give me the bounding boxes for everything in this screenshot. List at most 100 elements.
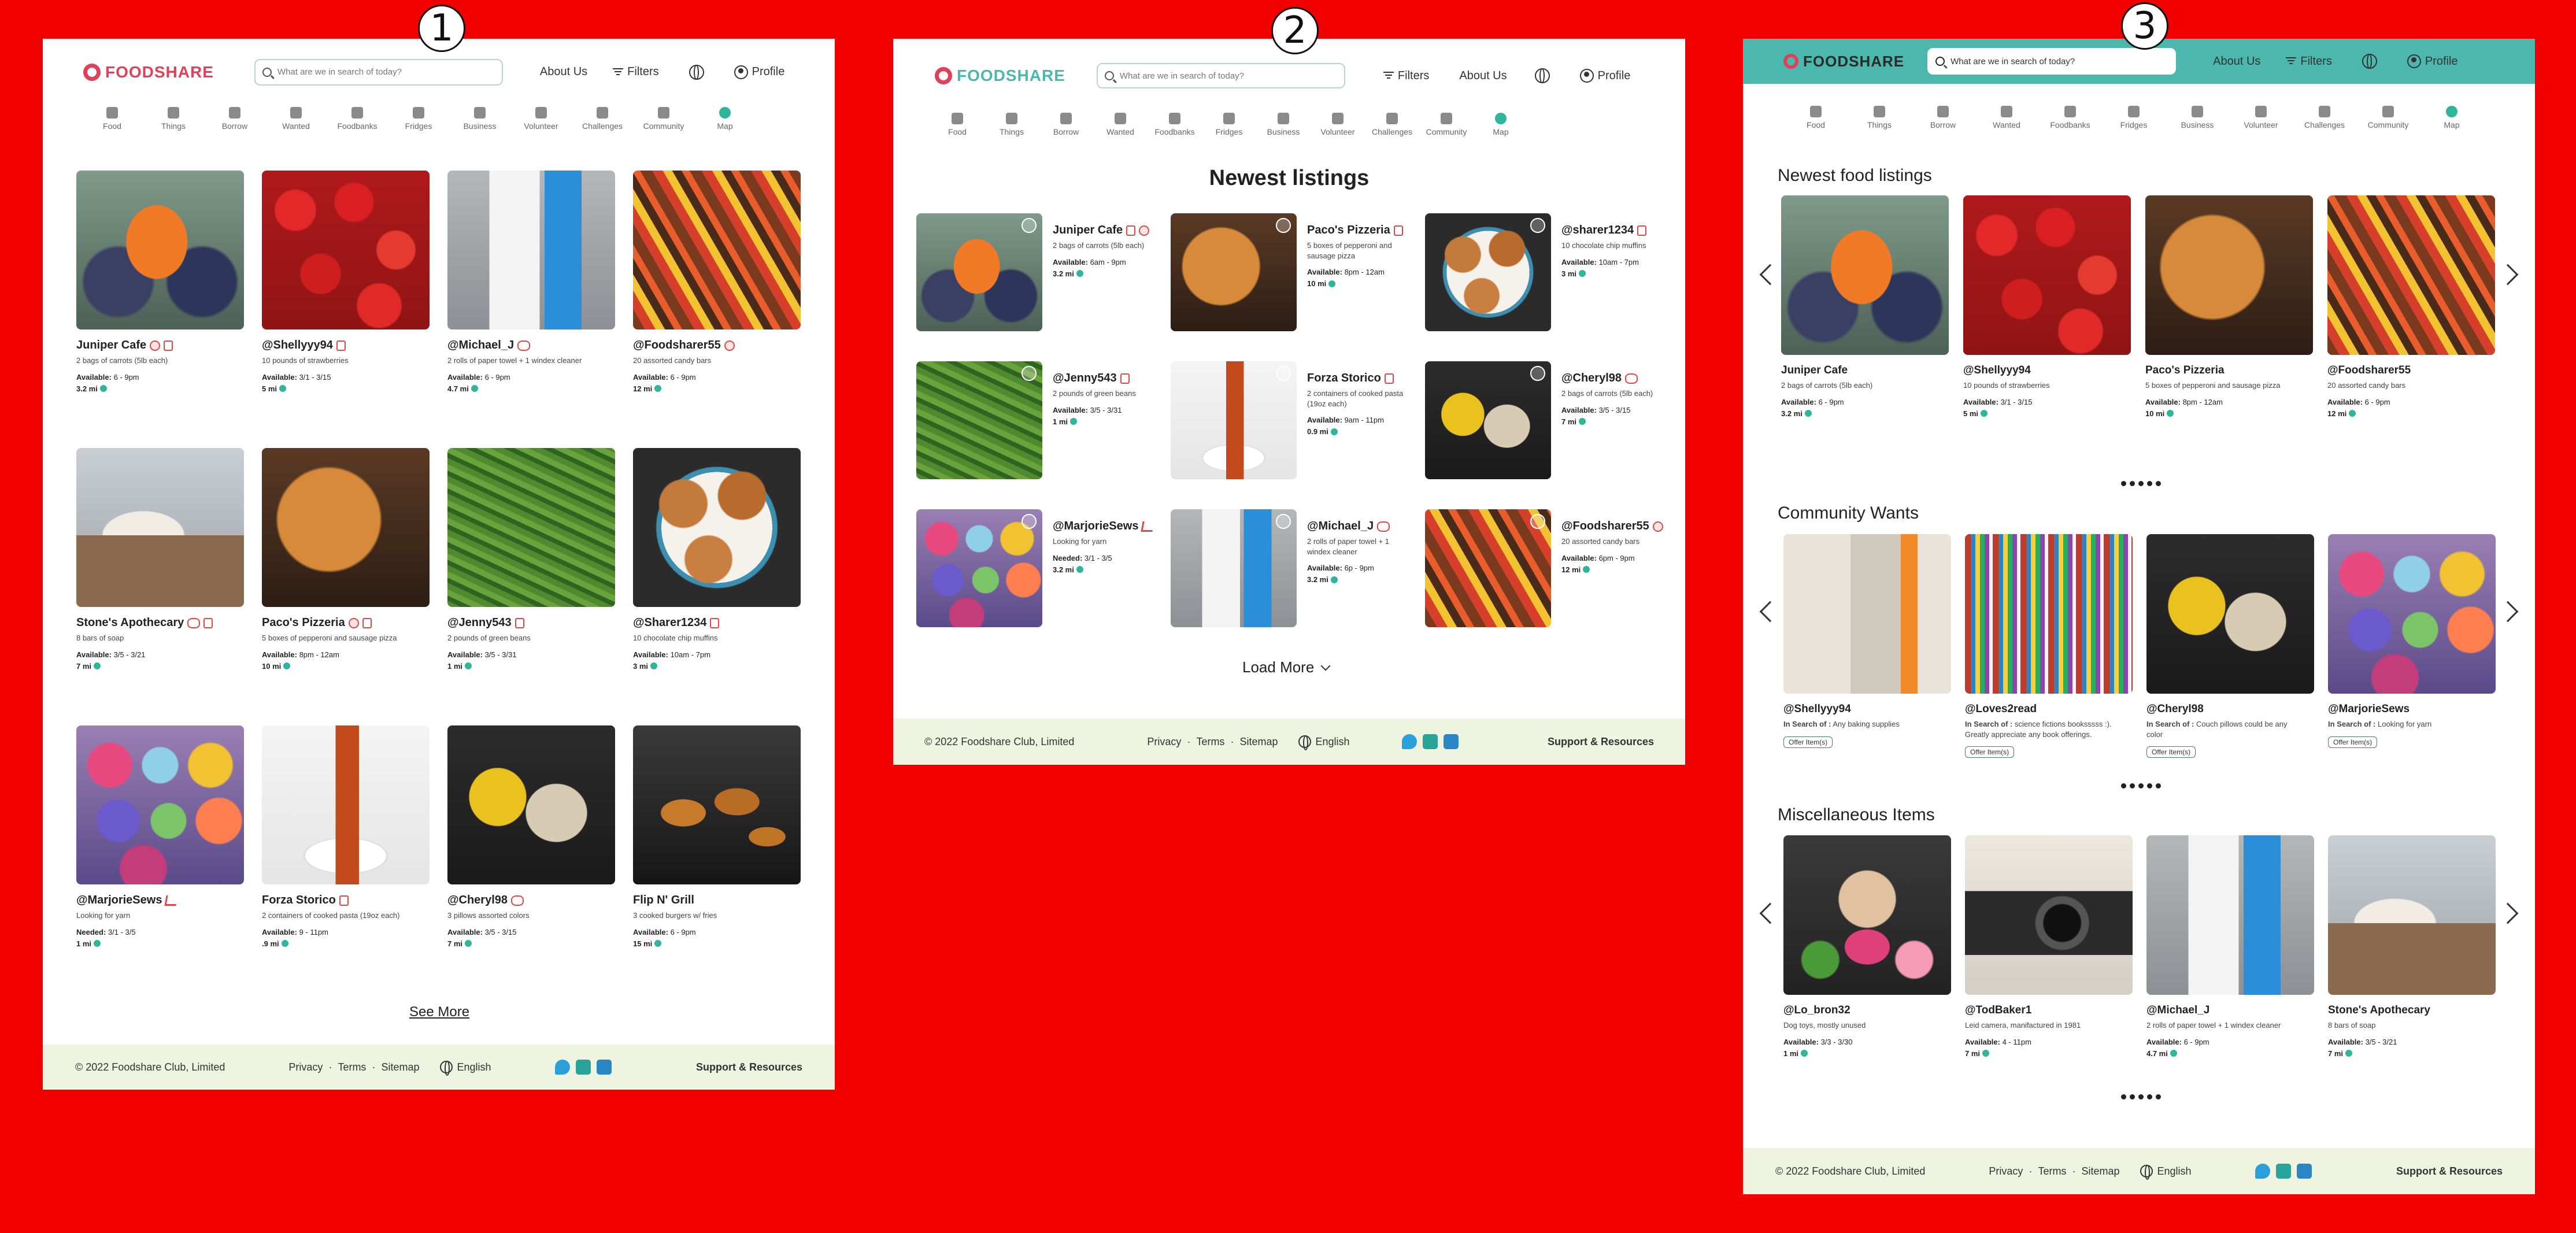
listing-title[interactable]: Forza Storico <box>262 894 430 907</box>
sitemap-link[interactable]: Sitemap <box>1239 736 1278 748</box>
listing-image-camera[interactable] <box>1965 835 2133 995</box>
listing-card[interactable]: @Foodsharer55 20 assorted candy bars Avail… <box>1425 509 1668 627</box>
listing-image-pizza[interactable] <box>262 448 430 607</box>
listing-title[interactable]: @Lo_bron32 <box>1783 1004 1951 1017</box>
want-card[interactable]: @MarjorieSews In Search of : Looking for … <box>2328 534 2496 758</box>
listing-title[interactable]: @Sharer1234 <box>633 616 801 630</box>
category-item-fridges[interactable]: Fridges <box>2113 106 2155 129</box>
filters-button[interactable]: Filters <box>613 65 659 79</box>
language-button[interactable] <box>2362 54 2377 69</box>
listing-image-cleaner[interactable] <box>2146 835 2314 995</box>
language-selector[interactable]: English <box>440 1061 491 1076</box>
listing-image-pizza[interactable] <box>1171 213 1297 331</box>
listing-image-candy[interactable] <box>1425 509 1551 627</box>
listing-card[interactable]: @Cheryl98 2 bags of carrots (5lb each) Ava… <box>1425 361 1668 479</box>
carousel-pagination[interactable] <box>2121 783 2161 788</box>
listing-title[interactable]: Juniper Cafe <box>1781 364 1949 377</box>
load-more-button[interactable]: Load More <box>1242 658 1331 676</box>
privacy-link[interactable]: Privacy <box>1147 736 1181 748</box>
listing-image-carrots[interactable] <box>76 171 244 329</box>
privacy-link[interactable]: Privacy <box>288 1061 323 1073</box>
terms-link[interactable]: Terms <box>2038 1165 2066 1178</box>
category-item-community[interactable]: Community <box>2367 106 2409 129</box>
category-item-food[interactable]: Food <box>937 113 978 136</box>
support-resources-link[interactable]: Support & Resources <box>2396 1165 2503 1178</box>
listing-image-strawberries[interactable] <box>262 171 430 329</box>
category-item-foodbanks[interactable]: Foodbanks <box>2049 106 2091 129</box>
listing-image-cleaner[interactable] <box>447 171 615 329</box>
search-input[interactable]: What are we in search of today? <box>254 58 503 86</box>
listing-title[interactable]: @Shellyyy94 <box>1783 703 1951 716</box>
category-item-map[interactable]: Map <box>2431 106 2473 129</box>
listing-title[interactable]: Flip N' Grill <box>633 894 801 907</box>
listing-card[interactable]: @Cheryl98 3 pillows assorted colors Availa… <box>447 725 615 974</box>
listing-image-books[interactable] <box>1965 534 2133 694</box>
carousel-next-arrow[interactable] <box>2497 902 2519 924</box>
listing-card[interactable]: @Michael_J 2 rolls of paper towel + 1 win… <box>2146 835 2314 1058</box>
category-item-challenges[interactable]: Challenges <box>2304 106 2345 129</box>
sitemap-link[interactable]: Sitemap <box>2081 1165 2119 1178</box>
instagram-icon[interactable] <box>1422 734 1438 749</box>
listing-title[interactable]: @MarjorieSews <box>76 894 244 907</box>
category-item-things[interactable]: Things <box>153 107 194 131</box>
favorite-heart-icon[interactable] <box>1530 514 1545 529</box>
terms-link[interactable]: Terms <box>338 1061 366 1073</box>
category-item-borrow[interactable]: Borrow <box>1045 113 1087 136</box>
category-item-volunteer[interactable]: Volunteer <box>520 107 562 131</box>
listing-title[interactable]: Paco's Pizzeria <box>262 616 430 630</box>
favorite-heart-icon[interactable] <box>1530 366 1545 381</box>
listing-image-soap[interactable] <box>2328 835 2496 995</box>
filters-button[interactable]: Filters <box>2286 55 2332 68</box>
listing-card[interactable]: Forza Storico 2 containers of cooked past… <box>262 725 430 974</box>
facebook-icon[interactable] <box>1443 734 1459 749</box>
listing-title[interactable]: Paco's Pizzeria <box>1307 224 1408 237</box>
offer-items-button[interactable]: Offer Item(s) <box>2328 736 2378 748</box>
listing-image-yarn[interactable] <box>76 725 244 884</box>
category-item-things[interactable]: Things <box>1859 106 1900 129</box>
category-item-map[interactable]: Map <box>1480 113 1522 136</box>
twitter-icon[interactable] <box>554 1060 570 1075</box>
listing-title[interactable]: @Jenny543 <box>1053 372 1136 385</box>
listing-card[interactable]: @Jenny543 2 pounds of green beans Availabl… <box>447 448 615 725</box>
category-item-challenges[interactable]: Challenges <box>1371 113 1413 136</box>
want-card[interactable]: @Cheryl98 In Search of : Couch pillows co… <box>2146 534 2314 758</box>
listing-title[interactable]: Stone's Apothecary <box>2328 1004 2496 1017</box>
listing-title[interactable]: Paco's Pizzeria <box>2145 364 2313 377</box>
listing-title[interactable]: Stone's Apothecary <box>76 616 244 630</box>
logo[interactable]: FOODSHARE <box>1783 53 1904 71</box>
listing-title[interactable]: @Foodsharer55 <box>633 339 801 352</box>
category-item-wanted[interactable]: Wanted <box>275 107 317 131</box>
listing-title[interactable]: Forza Storico <box>1307 372 1408 385</box>
carousel-next-arrow[interactable] <box>2497 601 2519 623</box>
listing-card[interactable]: Forza Storico 2 containers of cooked past… <box>1171 361 1413 479</box>
support-resources-link[interactable]: Support & Resources <box>696 1061 802 1073</box>
category-item-food[interactable]: Food <box>91 107 133 131</box>
listing-image-strawberries[interactable] <box>1963 195 2131 355</box>
listing-image-pizza[interactable] <box>2145 195 2313 355</box>
category-item-map[interactable]: Map <box>704 107 746 131</box>
category-item-community[interactable]: Community <box>1426 113 1467 136</box>
listing-image-muffins[interactable] <box>1425 213 1551 331</box>
instagram-icon[interactable] <box>2275 1164 2291 1179</box>
favorite-heart-icon[interactable] <box>1276 514 1291 529</box>
listing-title[interactable]: @Michael_J <box>447 339 615 352</box>
favorite-heart-icon[interactable] <box>1276 218 1291 233</box>
category-item-foodbanks[interactable]: Foodbanks <box>1154 113 1196 136</box>
listing-card[interactable]: @TodBaker1 Leid camera, manifactured in 1… <box>1965 835 2133 1058</box>
listing-image-muffins[interactable] <box>633 448 801 607</box>
carousel-next-arrow[interactable] <box>2497 264 2519 286</box>
listing-image-beans[interactable] <box>447 448 615 607</box>
category-item-fridges[interactable]: Fridges <box>398 107 439 131</box>
privacy-link[interactable]: Privacy <box>1989 1165 2023 1178</box>
instagram-icon[interactable] <box>575 1060 591 1075</box>
listing-card[interactable]: @Foodsharer55 20 assorted candy bars Avail… <box>2327 195 2495 418</box>
listing-card[interactable]: Flip N' Grill 3 cooked burgers w/ fries Av… <box>633 725 801 974</box>
about-us-link[interactable]: About Us <box>2213 55 2260 68</box>
listing-card[interactable]: Juniper Cafe 2 bags of carrots (5lb each)… <box>1781 195 1949 418</box>
listing-title[interactable]: @Foodsharer55 <box>2327 364 2495 377</box>
favorite-heart-icon[interactable] <box>1021 366 1037 381</box>
profile-button[interactable]: Profile <box>1579 69 1630 83</box>
about-us-link[interactable]: About Us <box>1459 69 1507 83</box>
twitter-icon[interactable] <box>2255 1164 2270 1179</box>
listing-image-dog[interactable] <box>1783 835 1951 995</box>
